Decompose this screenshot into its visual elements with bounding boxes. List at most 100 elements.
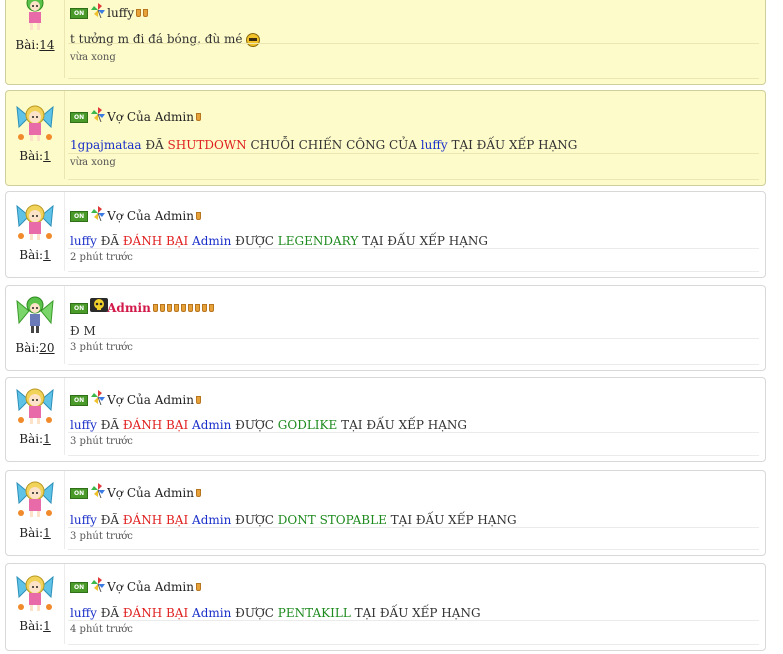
username-link[interactable]: Vợ Của Admin — [107, 486, 194, 500]
post-header: ON Admin — [70, 297, 214, 316]
column-divider — [64, 286, 65, 364]
message-segment: ĐÃ — [96, 513, 123, 527]
post-count-link[interactable]: 14 — [39, 38, 54, 52]
post-count: Bài:1 — [6, 526, 64, 540]
trophy-icon — [196, 212, 202, 220]
avatar[interactable] — [15, 571, 55, 611]
message-segment[interactable]: luffy — [70, 234, 97, 248]
username-link[interactable]: Vợ Của Admin — [107, 393, 194, 407]
post-count-label: Bài: — [19, 619, 44, 633]
trophy-icon — [152, 304, 158, 312]
trophy-icon — [180, 304, 186, 312]
message-segment[interactable]: luffy — [70, 418, 97, 432]
post-count-link[interactable]: 1 — [43, 248, 51, 262]
post-header: ON Vợ Của Admin — [70, 107, 202, 125]
post-count-link[interactable]: 20 — [39, 341, 54, 355]
message-segment[interactable]: Admin — [192, 606, 231, 620]
message-divider — [68, 432, 759, 433]
trophy-icon — [208, 304, 214, 312]
trophy-icon — [159, 304, 165, 312]
online-badge: ON — [70, 302, 89, 314]
pinwheel-icon — [90, 389, 106, 406]
online-badge: ON — [70, 581, 89, 593]
post-message: luffy ĐÃ ĐÁNH BẠI Admin ĐƯỢC LEGENDARY T… — [70, 234, 488, 248]
post-timestamp: 2 phút trước — [70, 252, 133, 263]
message-segment[interactable]: Admin — [192, 418, 231, 432]
post-count-link[interactable]: 1 — [43, 526, 51, 540]
trophy-icon — [187, 304, 193, 312]
post-item: Bài:1 ON Vợ Của Admin luffy ĐÃ ĐÁNH BẠI Adm… — [5, 563, 766, 651]
message-segment: ĐÃ — [141, 138, 168, 152]
message-segment: LEGENDARY — [277, 234, 359, 248]
post-count: Bài:1 — [6, 432, 64, 446]
message-segment: ĐÁNH BẠI — [122, 513, 189, 527]
post-count-label: Bài: — [19, 432, 44, 446]
post-timestamp: 3 phút trước — [70, 436, 133, 447]
post-content: ON Vợ Của Admin luffy ĐÃ ĐÁNH BẠI Admin ĐƯ… — [64, 471, 759, 555]
post-item: Bài:1 ON Vợ Của Admin 1gpajmataa ĐÃ SHUTDOW… — [5, 90, 766, 186]
trophy-icon — [196, 113, 202, 121]
avatar[interactable] — [15, 293, 55, 333]
message-segment[interactable]: luffy — [70, 513, 97, 527]
message-segment: ĐÃ — [96, 234, 123, 248]
post-item: Bài:1 ON Vợ Của Admin luffy ĐÃ ĐÁNH BẠI Adm… — [5, 191, 766, 278]
post-timestamp: 3 phút trước — [70, 531, 133, 542]
message-segment[interactable]: Admin — [192, 234, 231, 248]
post-timestamp: vừa xong — [70, 52, 116, 63]
username-link[interactable]: Vợ Của Admin — [107, 110, 194, 124]
message-divider — [68, 153, 759, 154]
message-segment: ĐÃ — [96, 606, 123, 620]
post-item: Bài:1 ON Vợ Của Admin luffy ĐÃ ĐÁNH BẠI Adm… — [5, 470, 766, 556]
column-divider — [64, 471, 65, 549]
message-divider — [68, 620, 759, 621]
column-divider — [64, 378, 65, 455]
trophy-icon — [196, 583, 202, 591]
post-timestamp: 3 phút trước — [70, 342, 133, 353]
post-content: ON Vợ Của Admin luffy ĐÃ ĐÁNH BẠI Admin ĐƯ… — [64, 192, 759, 277]
trophy-icon — [173, 304, 179, 312]
message-segment: CHUỖI CHIẾN CÔNG CỦA — [246, 138, 421, 152]
username-link[interactable]: Vợ Của Admin — [107, 209, 194, 223]
post-content: ON luffy t tưởng m đi đá bóng, đù mé vừa xo… — [64, 0, 759, 84]
avatar[interactable] — [15, 384, 55, 424]
post-count: Bài:1 — [6, 149, 64, 163]
post-header: ON Vợ Của Admin — [70, 577, 202, 595]
message-segment: ĐÃ — [96, 418, 123, 432]
username-link[interactable]: luffy — [107, 6, 134, 20]
message-segment: SHUTDOWN — [167, 138, 247, 152]
username-link[interactable]: Vợ Của Admin — [107, 580, 194, 594]
username-link[interactable]: Admin — [107, 301, 151, 315]
post-item: Bài:14 ON luffy t tưởng m đi đá bóng, đù mé… — [5, 0, 766, 85]
post-count-label: Bài: — [19, 149, 44, 163]
message-segment[interactable]: Admin — [192, 513, 231, 527]
message-segment: TẠI ĐẤU XẾP HẠNG — [386, 513, 517, 527]
online-badge: ON — [70, 111, 89, 123]
message-segment: DONT STOPABLE — [277, 513, 387, 527]
trophy-icon — [166, 304, 172, 312]
avatar[interactable] — [15, 0, 55, 33]
avatar[interactable] — [15, 101, 55, 141]
post-count: Bài:1 — [6, 248, 64, 262]
post-count-label: Bài: — [19, 248, 44, 262]
post-message: luffy ĐÃ ĐÁNH BẠI Admin ĐƯỢC DONT STOPAB… — [70, 513, 517, 527]
post-item: Bài:20 ON Admin Đ M 3 phút trước — [5, 285, 766, 371]
message-segment[interactable]: luffy — [421, 138, 448, 152]
post-count-link[interactable]: 1 — [43, 432, 51, 446]
column-divider — [64, 564, 65, 644]
message-divider — [68, 338, 759, 339]
pinwheel-icon — [90, 2, 106, 19]
post-bottom-divider — [68, 78, 759, 79]
avatar[interactable] — [15, 200, 55, 240]
post-count-label: Bài: — [15, 38, 40, 52]
column-divider — [64, 0, 65, 78]
post-count-link[interactable]: 1 — [43, 619, 51, 633]
post-header: ON Vợ Của Admin — [70, 389, 202, 408]
post-count: Bài:14 — [6, 38, 64, 52]
message-segment[interactable]: luffy — [70, 606, 97, 620]
post-count-link[interactable]: 1 — [43, 149, 51, 163]
skull-icon — [90, 297, 109, 313]
message-segment[interactable]: 1gpajmataa — [70, 138, 142, 152]
post-count-label: Bài: — [15, 341, 40, 355]
trophy-icon — [143, 9, 148, 17]
avatar[interactable] — [15, 477, 55, 517]
